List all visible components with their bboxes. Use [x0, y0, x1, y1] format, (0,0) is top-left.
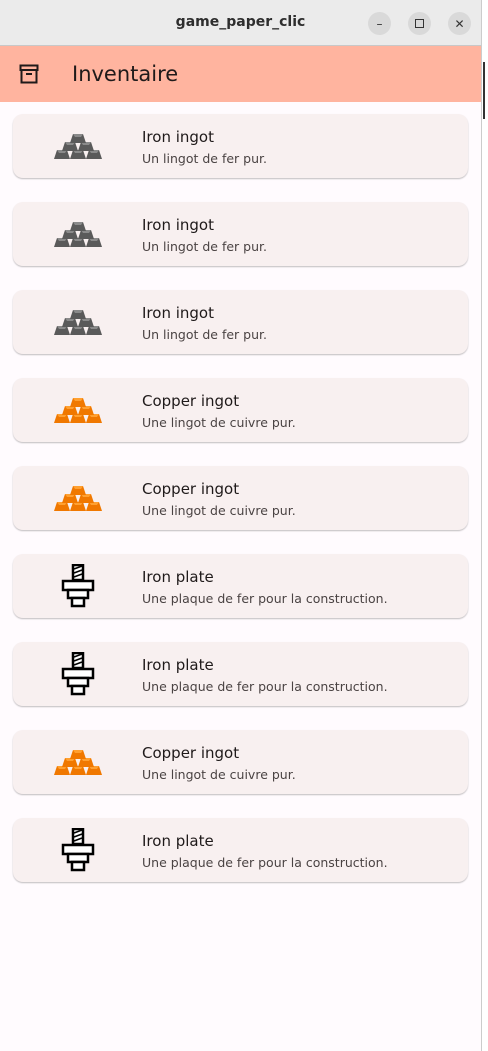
minimize-button[interactable]: – — [368, 12, 391, 35]
title-bar: game_paper_clic – ✕ — [0, 0, 481, 46]
item-title: Copper ingot — [142, 392, 240, 410]
close-icon: ✕ — [454, 16, 465, 31]
copper-ingot-icon — [53, 742, 103, 782]
iron-plate-icon — [53, 652, 103, 696]
minimize-icon: – — [376, 16, 383, 31]
copper-ingot-icon — [53, 478, 103, 518]
item-title: Iron plate — [142, 656, 214, 674]
copper-ingot-icon — [53, 390, 103, 430]
item-title: Copper ingot — [142, 480, 240, 498]
maximize-icon — [415, 19, 424, 28]
item-title: Copper ingot — [142, 744, 240, 762]
item-title: Iron ingot — [142, 128, 214, 146]
iron-ingot-icon — [53, 302, 103, 342]
item-title: Iron ingot — [142, 216, 214, 234]
inventory-item[interactable]: Copper ingot Une lingot de cuivre pur. — [13, 378, 468, 442]
iron-ingot-icon — [53, 214, 103, 254]
item-description: Une lingot de cuivre pur. — [142, 503, 296, 518]
scrollbar[interactable] — [483, 62, 485, 119]
archive-icon[interactable] — [19, 64, 39, 84]
inventory-item[interactable]: Iron plate Une plaque de fer pour la cons… — [13, 642, 468, 706]
item-description: Une lingot de cuivre pur. — [142, 767, 296, 782]
item-description: Un lingot de fer pur. — [142, 327, 267, 342]
inventory-list: Iron ingot Un lingot de fer pur. Iron ingo… — [0, 102, 481, 882]
app-bar: Inventaire — [0, 46, 481, 102]
item-description: Un lingot de fer pur. — [142, 151, 267, 166]
inventory-item[interactable]: Iron plate Une plaque de fer pour la cons… — [13, 818, 468, 882]
item-title: Iron plate — [142, 832, 214, 850]
item-title: Iron plate — [142, 568, 214, 586]
item-description: Une lingot de cuivre pur. — [142, 415, 296, 430]
page-title: Inventaire — [72, 62, 179, 86]
iron-plate-icon — [53, 564, 103, 608]
inventory-item[interactable]: Iron ingot Un lingot de fer pur. — [13, 202, 468, 266]
item-title: Iron ingot — [142, 304, 214, 322]
inventory-item[interactable]: Copper ingot Une lingot de cuivre pur. — [13, 730, 468, 794]
item-description: Un lingot de fer pur. — [142, 239, 267, 254]
inventory-item[interactable]: Iron plate Une plaque de fer pour la cons… — [13, 554, 468, 618]
maximize-button[interactable] — [408, 12, 431, 35]
iron-plate-icon — [53, 828, 103, 872]
close-button[interactable]: ✕ — [448, 12, 471, 35]
inventory-item[interactable]: Iron ingot Un lingot de fer pur. — [13, 290, 468, 354]
item-description: Une plaque de fer pour la construction. — [142, 591, 388, 606]
item-description: Une plaque de fer pour la construction. — [142, 679, 388, 694]
inventory-item[interactable]: Iron ingot Un lingot de fer pur. — [13, 114, 468, 178]
inventory-item[interactable]: Copper ingot Une lingot de cuivre pur. — [13, 466, 468, 530]
item-description: Une plaque de fer pour la construction. — [142, 855, 388, 870]
iron-ingot-icon — [53, 126, 103, 166]
app-window: game_paper_clic – ✕ Inventaire Iron ingo… — [0, 0, 485, 1051]
